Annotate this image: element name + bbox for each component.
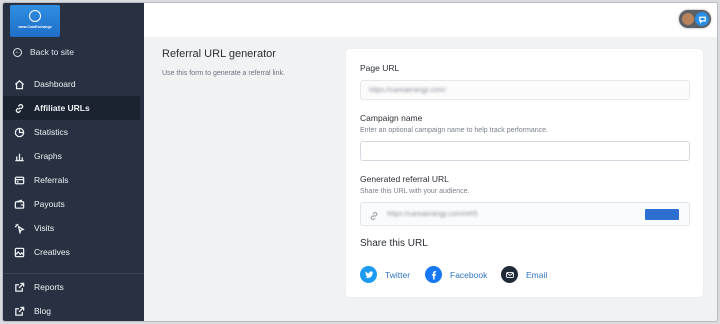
campaign-name-label: Campaign name <box>360 113 423 123</box>
sidebar-item-label: Payouts <box>34 199 65 209</box>
share-facebook-label: Facebook <box>450 269 488 280</box>
share-twitter-label: Twitter <box>385 269 411 280</box>
campaign-name-input[interactable] <box>360 141 690 161</box>
generated-url-value: https://careaerangji.com/ref/5 <box>387 210 478 218</box>
sidebar-item-label: Statistics <box>34 127 69 137</box>
back-to-site-label: Back to site <box>30 47 74 57</box>
sidebar-item-label: Graphs <box>34 151 62 161</box>
sidebar-item-label: Referrals <box>34 175 69 185</box>
page-title: Referral URL generator <box>162 48 276 60</box>
campaign-name-help: Enter an optional campaign name to help … <box>360 127 548 134</box>
share-email-link[interactable]: Email <box>501 266 547 283</box>
sidebar-secondary-nav: Reports Blog <box>3 275 144 321</box>
cursor-icon <box>13 222 25 234</box>
sidebar-item-reports[interactable]: Reports <box>3 275 144 299</box>
email-icon <box>501 266 518 283</box>
share-email-label: Email <box>526 269 548 280</box>
user-menu-toggle[interactable] <box>679 10 711 28</box>
back-to-site-link[interactable]: ← Back to site <box>13 45 74 59</box>
card-icon <box>13 174 25 186</box>
globe-icon <box>29 10 41 22</box>
sidebar-divider <box>3 273 144 274</box>
sidebar-item-creatives[interactable]: Creatives <box>3 240 144 264</box>
page-url-field[interactable]: https://careaerangji.com/ <box>360 80 690 100</box>
sidebar-item-payouts[interactable]: Payouts <box>3 192 144 216</box>
sidebar-nav: Dashboard Affiliate URLs Statistics Grap… <box>3 72 144 264</box>
chat-icon <box>695 12 709 26</box>
external-link-icon <box>13 281 25 293</box>
app-window: www.CoinExchange ← Back to site Dashboar… <box>2 2 718 322</box>
referral-generator-card: Page URL https://careaerangji.com/ Campa… <box>346 49 703 297</box>
generated-url-help: Share this URL with your audience. <box>360 188 470 195</box>
top-bar <box>144 3 717 37</box>
copy-url-button[interactable] <box>645 209 679 220</box>
sidebar-item-label: Creatives <box>34 247 70 257</box>
sidebar-item-label: Dashboard <box>34 79 76 89</box>
sidebar-item-label: Blog <box>34 306 52 316</box>
share-twitter-link[interactable]: Twitter <box>360 266 410 283</box>
external-link-icon <box>13 305 25 317</box>
sidebar-item-label: Visits <box>34 223 55 233</box>
sidebar-item-visits[interactable]: Visits <box>3 216 144 240</box>
brand-logo[interactable]: www.CoinExchange <box>10 5 60 37</box>
page-url-value: https://careaerangji.com/ <box>369 86 446 94</box>
link-icon <box>13 102 25 114</box>
sidebar-item-label: Reports <box>34 282 64 292</box>
share-title: Share this URL <box>360 238 428 249</box>
sidebar-item-dashboard[interactable]: Dashboard <box>3 72 144 96</box>
sidebar-item-label: Affiliate URLs <box>34 103 90 113</box>
twitter-icon <box>360 266 377 283</box>
sidebar-item-referrals[interactable]: Referrals <box>3 168 144 192</box>
page-url-label: Page URL <box>360 63 400 73</box>
avatar <box>682 13 694 25</box>
generated-url-label: Generated referral URL <box>360 174 449 184</box>
page-subtitle: Use this form to generate a referral lin… <box>162 70 285 77</box>
arrow-left-icon: ← <box>13 47 22 57</box>
link-icon <box>369 208 381 221</box>
sidebar: www.CoinExchange ← Back to site Dashboar… <box>3 3 144 321</box>
sidebar-item-graphs[interactable]: Graphs <box>3 144 144 168</box>
image-icon <box>13 246 25 258</box>
sidebar-item-blog[interactable]: Blog <box>3 299 144 321</box>
pie-chart-icon <box>13 126 25 138</box>
sidebar-item-affiliate-urls[interactable]: Affiliate URLs <box>3 96 140 120</box>
facebook-icon <box>425 266 442 283</box>
bar-chart-icon <box>13 150 25 162</box>
share-facebook-link[interactable]: Facebook <box>425 266 487 283</box>
wallet-icon <box>13 198 25 210</box>
home-icon <box>13 78 25 90</box>
logo-text: www.CoinExchange <box>18 25 52 29</box>
sidebar-item-statistics[interactable]: Statistics <box>3 120 144 144</box>
generated-url-field[interactable]: https://careaerangji.com/ref/5 <box>360 202 690 226</box>
